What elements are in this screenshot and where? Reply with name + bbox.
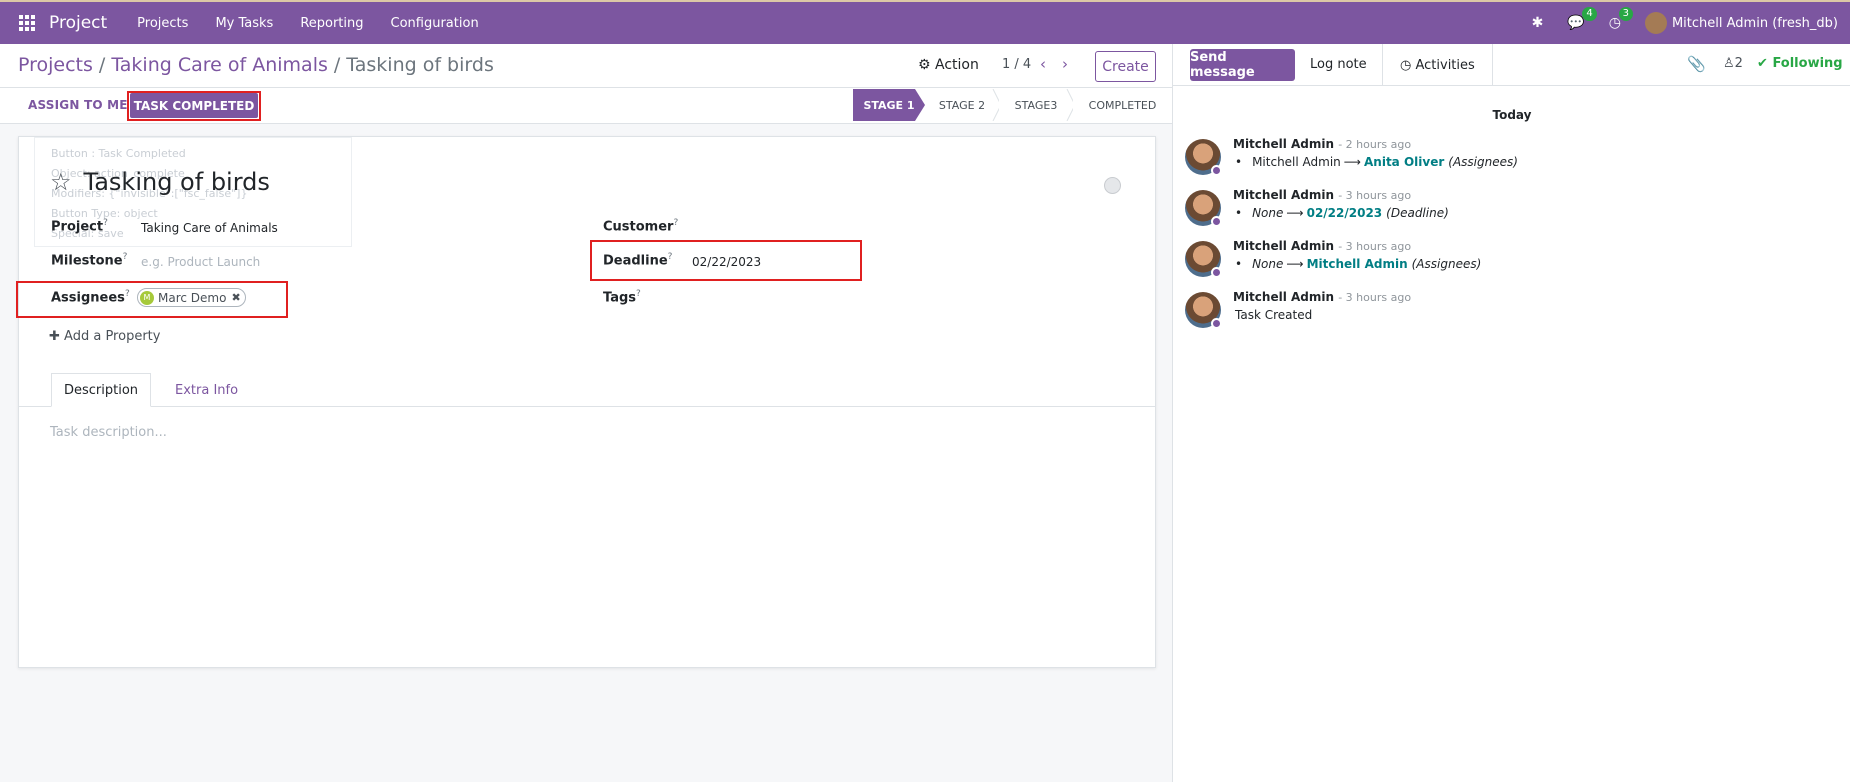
paperclip-icon[interactable]: 📎 — [1687, 55, 1706, 73]
menu-my-tasks[interactable]: My Tasks — [215, 16, 273, 31]
chatter-message: Mitchell Admin - 3 hours ago • None ⟶ 02/22… — [1185, 188, 1845, 236]
assign-to-me-button[interactable]: ASSIGN TO ME — [28, 98, 128, 112]
user-menu[interactable]: Mitchell Admin (fresh_db) — [1672, 16, 1838, 31]
menu-reporting[interactable]: Reporting — [300, 16, 363, 31]
breadcrumb-separator: / — [98, 54, 106, 76]
arrow-right-icon: ⟶ — [1286, 257, 1304, 271]
assignee-name: Marc Demo — [158, 290, 227, 305]
message-author[interactable]: Mitchell Admin — [1233, 137, 1334, 151]
tracking-change: • Mitchell Admin ⟶ Anita Oliver (Assignees) — [1235, 155, 1518, 169]
control-panel: Projects / Taking Care of Animals / Tasking … — [0, 44, 1172, 88]
status-dot — [1211, 267, 1222, 278]
action-button[interactable]: ⚙ Action — [918, 57, 979, 73]
user-icon: ♙ — [1723, 56, 1735, 71]
log-note-button[interactable]: Log note — [1310, 57, 1367, 72]
message-body: Task Created — [1235, 308, 1313, 322]
status-dot — [1211, 165, 1222, 176]
milestone-field[interactable]: e.g. Product Launch — [141, 255, 260, 269]
gear-icon: ⚙ — [918, 57, 931, 73]
bullet-icon: • — [1235, 257, 1243, 271]
deadline-label: Deadline? — [603, 252, 673, 269]
send-message-button[interactable]: Send message — [1190, 49, 1295, 81]
notebook-tabs: Description Extra Info — [18, 373, 1156, 407]
bullet-icon: • — [1235, 155, 1243, 169]
breadcrumb: Projects / Taking Care of Animals / Tasking … — [18, 54, 494, 76]
app-brand[interactable]: Project — [49, 13, 107, 33]
top-navbar: Project Projects My Tasks Reporting Conf… — [0, 0, 1850, 44]
breadcrumb-current: Tasking of birds — [346, 54, 494, 76]
status-bar: ASSIGN TO ME TASK COMPLETED STAGE 1 STAG… — [0, 88, 1172, 124]
chatter-message: Mitchell Admin - 3 hours ago Task Create… — [1185, 290, 1845, 338]
status-dot — [1211, 216, 1222, 227]
breadcrumb-project[interactable]: Taking Care of Animals — [111, 54, 328, 76]
message-time: - 3 hours ago — [1338, 189, 1412, 202]
apps-grid-icon[interactable] — [19, 15, 35, 31]
title-row: ☆ Tasking of birds — [50, 168, 270, 196]
description-editor[interactable]: Task description... — [50, 425, 167, 440]
status-dot — [1211, 318, 1222, 329]
menu-configuration[interactable]: Configuration — [391, 16, 479, 31]
plus-icon: ✚ — [49, 329, 60, 344]
chatter-message: Mitchell Admin - 2 hours ago • Mitchell A… — [1185, 137, 1845, 185]
task-completed-button[interactable]: TASK COMPLETED — [130, 93, 258, 118]
tags-label: Tags? — [603, 289, 641, 306]
tracking-change: • None ⟶ 02/22/2023 (Deadline) — [1235, 206, 1449, 220]
assignees-label: Assignees? — [51, 289, 130, 306]
clock-icon: ◷ — [1400, 57, 1412, 73]
bullet-icon: • — [1235, 206, 1243, 220]
project-label: Project? — [51, 218, 108, 235]
project-field[interactable]: Taking Care of Animals — [141, 221, 278, 235]
check-icon: ✔ — [1757, 56, 1768, 71]
milestone-label: Milestone? — [51, 252, 128, 269]
chevron-right-icon[interactable]: › — [1062, 55, 1068, 73]
pager-value[interactable]: 1 / 4 — [1002, 57, 1031, 72]
arrow-right-icon: ⟶ — [1286, 206, 1304, 220]
activities-clock-icon[interactable]: ◷ 3 — [1609, 7, 1633, 31]
chatter-topbar: Send message Log note ◷ Activities 📎 ♙2 … — [1173, 44, 1850, 86]
assignee-avatar: M — [140, 290, 154, 305]
remove-icon[interactable]: ✖ — [231, 291, 240, 304]
assignee-tag[interactable]: M Marc Demo ✖ — [137, 288, 246, 307]
star-icon[interactable]: ☆ — [50, 168, 72, 196]
stage-2[interactable]: STAGE 2 — [925, 89, 1002, 121]
message-time: - 3 hours ago — [1338, 240, 1412, 253]
messages-badge: 4 — [1582, 7, 1597, 21]
chatter-message: Mitchell Admin - 3 hours ago • None ⟶ Mitch… — [1185, 239, 1845, 287]
message-author[interactable]: Mitchell Admin — [1233, 290, 1334, 304]
chevron-left-icon[interactable]: ‹ — [1040, 55, 1046, 73]
breadcrumb-projects[interactable]: Projects — [18, 54, 93, 76]
kanban-state-icon[interactable] — [1104, 177, 1121, 194]
stage-pipeline: STAGE 1 STAGE 2 STAGE3 COMPLETED — [853, 89, 1172, 121]
stage-1[interactable]: STAGE 1 — [853, 89, 925, 121]
customer-label: Customer? — [603, 218, 679, 235]
activities-button[interactable]: ◷ Activities — [1382, 44, 1493, 86]
message-time: - 2 hours ago — [1338, 138, 1412, 151]
deadline-field[interactable]: 02/22/2023 — [692, 255, 761, 269]
add-property-button[interactable]: ✚ Add a Property — [49, 329, 160, 344]
chatter-panel: Send message Log note ◷ Activities 📎 ♙2 … — [1172, 44, 1850, 782]
date-separator: Today — [1492, 108, 1532, 122]
activities-badge: 3 — [1618, 7, 1633, 21]
bug-icon[interactable]: ✱ — [1532, 15, 1544, 31]
tab-description[interactable]: Description — [51, 373, 152, 407]
stage-completed[interactable]: COMPLETED — [1073, 89, 1172, 121]
following-button[interactable]: ✔ Following — [1757, 56, 1843, 71]
tab-extra-info[interactable]: Extra Info — [163, 373, 250, 407]
messages-icon[interactable]: 💬 4 — [1567, 7, 1597, 31]
task-title[interactable]: Tasking of birds — [84, 168, 270, 196]
arrow-right-icon: ⟶ — [1343, 155, 1361, 169]
tracking-change: • None ⟶ Mitchell Admin (Assignees) — [1235, 257, 1482, 271]
create-button[interactable]: Create — [1095, 51, 1156, 82]
menu-projects[interactable]: Projects — [137, 16, 188, 31]
followers-button[interactable]: ♙2 — [1723, 56, 1743, 71]
message-author[interactable]: Mitchell Admin — [1233, 239, 1334, 253]
message-author[interactable]: Mitchell Admin — [1233, 188, 1334, 202]
stage-3[interactable]: STAGE3 — [999, 89, 1076, 121]
message-time: - 3 hours ago — [1338, 291, 1412, 304]
breadcrumb-separator: / — [333, 54, 341, 76]
systray: ✱ 💬 4 ◷ 3 Mitchell Admin (fresh_db) — [1532, 2, 1850, 44]
user-avatar[interactable] — [1644, 12, 1667, 34]
